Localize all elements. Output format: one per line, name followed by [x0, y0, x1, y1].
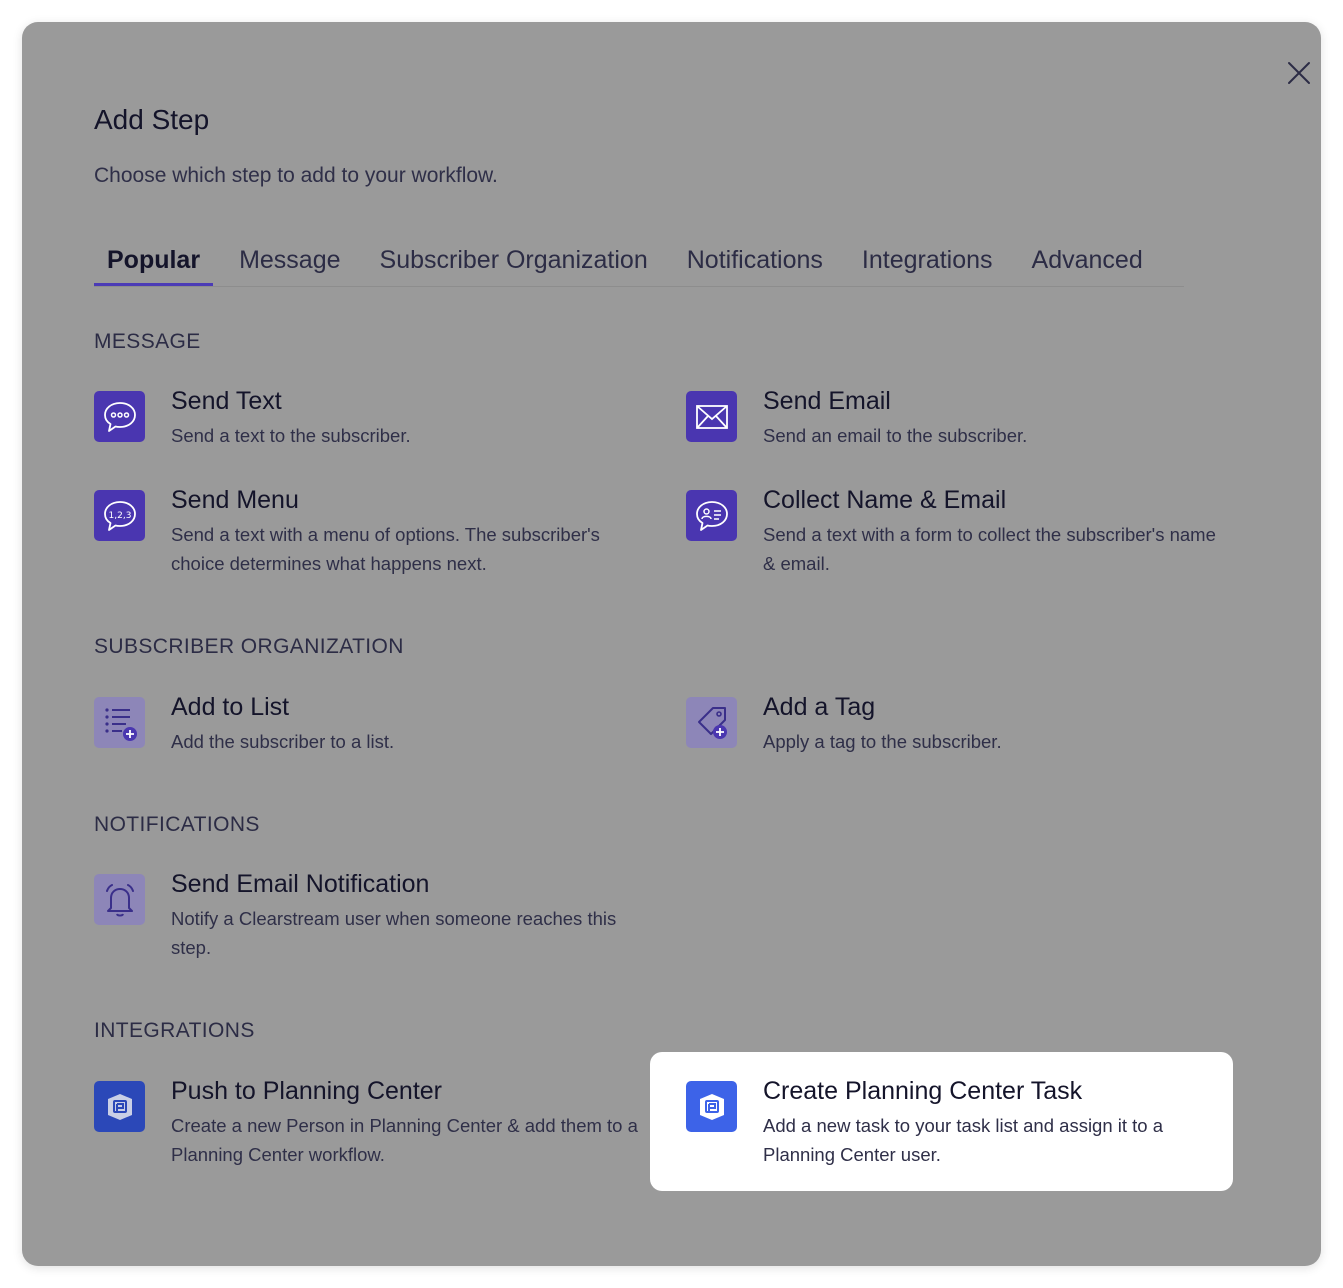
- modal-subtitle: Choose which step to add to your workflo…: [94, 164, 498, 187]
- step-name: Create Planning Center Task: [763, 1077, 1083, 1105]
- list-add-icon: [94, 697, 145, 748]
- tab-popular[interactable]: Popular: [94, 240, 214, 286]
- step-description: Send a text with a menu of options. The …: [171, 524, 600, 574]
- tab-integrations[interactable]: Integrations: [849, 240, 1006, 286]
- step-description: Send an email to the subscriber.: [763, 425, 1028, 446]
- step-category-tabs: Popular Message Subscriber Organization …: [94, 240, 1184, 287]
- step-name: Add a Tag: [763, 693, 876, 721]
- step-description: Add a new task to your task list and ass…: [763, 1115, 1164, 1165]
- step-name: Add to List: [171, 693, 290, 721]
- section-heading-message: MESSAGE: [94, 330, 201, 353]
- step-description: Notify a Clearstream user when someone r…: [171, 908, 617, 958]
- close-icon: [1288, 62, 1310, 84]
- planning-center-icon: [686, 1081, 737, 1132]
- tab-subscriber-organization[interactable]: Subscriber Organization: [367, 240, 661, 286]
- tab-message[interactable]: Message: [226, 240, 353, 286]
- step-description: Send a text to the subscriber.: [171, 425, 411, 446]
- section-heading-integrations: INTEGRATIONS: [94, 1019, 255, 1042]
- step-name: Send Text: [171, 387, 282, 415]
- tab-advanced[interactable]: Advanced: [1019, 240, 1156, 286]
- section-heading-notifications: NOTIFICATIONS: [94, 813, 260, 836]
- chat-numbers-icon: 1,2,3: [94, 490, 145, 541]
- step-description: Send a text with a form to collect the s…: [763, 524, 1216, 574]
- step-name: Collect Name & Email: [763, 486, 1007, 514]
- step-description: Apply a tag to the subscriber.: [763, 731, 1002, 752]
- step-name: Send Email: [763, 387, 891, 415]
- close-button[interactable]: [1284, 58, 1314, 88]
- step-name: Send Menu: [171, 486, 299, 514]
- bell-icon: [94, 874, 145, 925]
- svg-text:1,2,3: 1,2,3: [108, 511, 131, 521]
- planning-center-icon: [94, 1081, 145, 1132]
- step-name: Send Email Notification: [171, 870, 430, 898]
- modal-title: Add Step: [94, 104, 210, 135]
- step-description: Add the subscriber to a list.: [171, 731, 395, 752]
- chat-dots-icon: [94, 391, 145, 442]
- tag-add-icon: [686, 697, 737, 748]
- envelope-icon: [686, 391, 737, 442]
- tab-notifications[interactable]: Notifications: [674, 240, 836, 286]
- step-name: Push to Planning Center: [171, 1077, 443, 1105]
- chat-contact-icon: [686, 490, 737, 541]
- add-step-modal: Add Step Choose which step to add to you…: [22, 22, 1321, 1266]
- step-description: Create a new Person in Planning Center &…: [171, 1115, 638, 1165]
- section-heading-subscriber-organization: SUBSCRIBER ORGANIZATION: [94, 635, 404, 658]
